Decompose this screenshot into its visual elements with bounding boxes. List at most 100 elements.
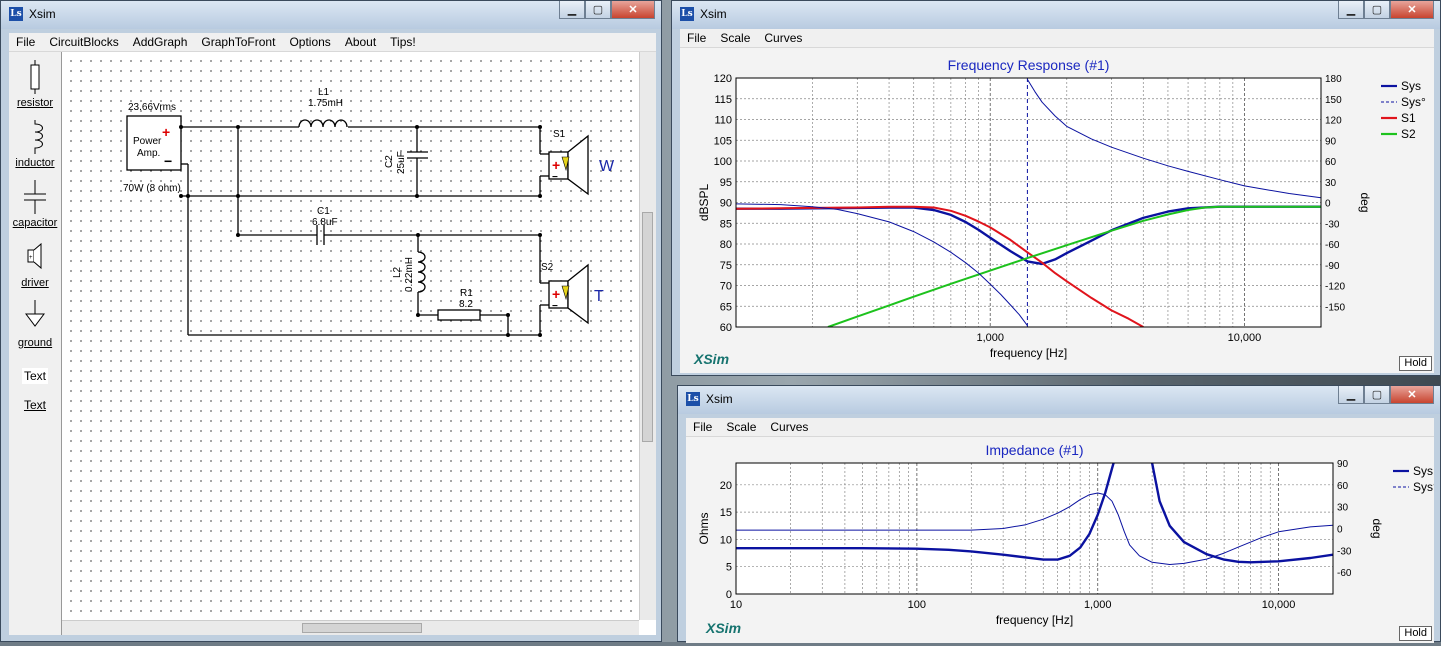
schematic-canvas[interactable]: + − + − + − 23.66Vrms Power Amp. 70W (8 … — [62, 52, 639, 620]
resistor-icon — [30, 60, 40, 94]
maximize-button[interactable]: ▢ — [1364, 1, 1390, 19]
menu-file[interactable]: File — [680, 29, 713, 47]
frequency-graph-area: 60 65 70 75 80 85 90 95 100 105 110 115 120 180 150 120… — [680, 48, 1434, 373]
close-button[interactable]: ✕ — [1390, 386, 1434, 404]
window-title: Xsim — [29, 7, 56, 21]
x-tick-label: 100 — [908, 599, 926, 611]
minimize-button[interactable]: ▁ — [1338, 1, 1364, 19]
hold-button[interactable]: Hold — [1399, 356, 1432, 371]
y2-tick-label: -120 — [1325, 282, 1345, 293]
y-tick-label: 110 — [714, 115, 732, 127]
vertical-scrollbar[interactable] — [639, 52, 656, 620]
close-button[interactable]: ✕ — [1390, 1, 1434, 19]
menu-circuitblocks[interactable]: CircuitBlocks — [42, 33, 125, 51]
maximize-button[interactable]: ▢ — [585, 1, 611, 19]
s2-label: T — [594, 288, 604, 305]
s1-name: S1 — [553, 129, 566, 140]
y-tick-label: 120 — [714, 73, 732, 85]
close-button[interactable]: ✕ — [611, 1, 655, 19]
l1-value: 1.75mH — [308, 98, 343, 109]
y-tick-label: 15 — [720, 507, 732, 519]
resistor-r1[interactable] — [437, 309, 481, 321]
junction-dots — [179, 125, 542, 337]
menu-tips[interactable]: Tips! — [383, 33, 423, 51]
x-tick-label: 10 — [730, 599, 742, 611]
c1-name: C1 — [317, 206, 330, 217]
s2-minus-sign: − — [552, 301, 558, 312]
xsim-app-icon: Ls — [686, 392, 700, 406]
main-menu-bar: File CircuitBlocks AddGraph GraphToFront… — [9, 33, 656, 52]
frequency-response-chart[interactable]: 60 65 70 75 80 85 90 95 100 105 110 115 120 180 150 120… — [680, 48, 1434, 373]
legend-entry: Sys — [1401, 79, 1421, 93]
menu-graphtofront[interactable]: GraphToFront — [194, 33, 282, 51]
menu-curves[interactable]: Curves — [763, 418, 815, 436]
y-tick-label: 100 — [714, 156, 732, 168]
y-axis-label: dBSPL — [697, 183, 711, 221]
menu-options[interactable]: Options — [282, 33, 337, 51]
impedance-client-area: File Scale Curves 0 5 10 15 20 90 60 30 0 -30 -60 1… — [686, 418, 1438, 643]
palette-label: Text — [23, 398, 46, 412]
y2-tick-label: -150 — [1325, 302, 1345, 313]
title-bar[interactable]: Ls Xsim ▁ ▢ ✕ — [672, 1, 1440, 29]
horizontal-scroll-thumb[interactable] — [302, 623, 422, 633]
maximize-button[interactable]: ▢ — [1364, 386, 1390, 404]
menu-scale[interactable]: Scale — [713, 29, 757, 47]
palette-capacitor[interactable]: capacitor — [9, 180, 61, 229]
amp-plus-sign: + — [162, 124, 170, 140]
horizontal-scrollbar[interactable] — [62, 620, 639, 635]
menu-scale[interactable]: Scale — [719, 418, 763, 436]
impedance-chart[interactable]: 051015209060300-30-6010 100 1,000 10,000Imp… — [686, 437, 1438, 643]
y-tick-label: 90 — [720, 198, 732, 210]
amp-name-line1: Power — [133, 136, 162, 147]
inductor-l2[interactable] — [417, 251, 426, 293]
y2-tick-label: 30 — [1337, 503, 1349, 514]
menu-file[interactable]: File — [686, 418, 719, 436]
palette-text-tool-2[interactable]: Text — [9, 398, 61, 412]
y2-tick-label: 90 — [1337, 459, 1349, 470]
palette-label: inductor — [15, 157, 55, 169]
s1-label: W — [599, 158, 615, 175]
palette-driver[interactable]: + driver — [9, 240, 61, 289]
menu-curves[interactable]: Curves — [757, 29, 809, 47]
xsim-app-icon: Ls — [680, 7, 694, 21]
amp-name-line2: Amp. — [137, 148, 160, 159]
y2-tick-label: -60 — [1325, 240, 1340, 251]
s1-plus-sign: + — [552, 157, 560, 173]
y2-tick-label: 30 — [1325, 178, 1337, 189]
palette-label: driver — [21, 277, 49, 289]
title-bar[interactable]: Ls Xsim ▁ ▢ ✕ — [1, 1, 661, 29]
vertical-scroll-thumb[interactable] — [642, 212, 653, 442]
window-title: Xsim — [700, 7, 727, 21]
y-tick-label: 70 — [720, 281, 732, 293]
minimize-button[interactable]: ▁ — [559, 1, 585, 19]
driver-icon: + — [27, 242, 42, 270]
palette-inductor[interactable]: inductor — [9, 120, 61, 169]
menu-about[interactable]: About — [338, 33, 383, 51]
y-tick-label: 60 — [720, 322, 732, 334]
amp-power-label: 70W (8 ohm) — [123, 183, 181, 194]
palette-text-sample: Text — [21, 368, 48, 384]
s2-plus-sign: + — [552, 286, 560, 302]
y2-tick-label: 150 — [1325, 95, 1342, 106]
main-client-area: File CircuitBlocks AddGraph GraphToFront… — [9, 33, 656, 635]
inductor-icon — [34, 120, 43, 154]
title-bar[interactable]: Ls Xsim ▁ ▢ ✕ — [678, 386, 1440, 414]
hold-button[interactable]: Hold — [1399, 626, 1432, 641]
xsim-logo: XSim — [693, 351, 729, 367]
l2-value: 0.22mH — [404, 257, 415, 292]
x-axis-label: frequency [Hz] — [990, 346, 1067, 360]
palette-label: resistor — [16, 97, 54, 109]
s2-name: S2 — [541, 262, 554, 273]
palette-resistor[interactable]: resistor — [9, 60, 61, 109]
palette-ground[interactable]: ground — [9, 300, 61, 349]
menu-file[interactable]: File — [9, 33, 42, 51]
svg-text:+: + — [29, 255, 33, 261]
palette-text-tool[interactable]: Text — [9, 368, 61, 384]
minimize-button[interactable]: ▁ — [1338, 386, 1364, 404]
menu-addgraph[interactable]: AddGraph — [126, 33, 195, 51]
impedance-window: Ls Xsim ▁ ▢ ✕ File Scale Curves 0 5 10 15 20… — [677, 385, 1441, 643]
inductor-l1[interactable] — [298, 119, 348, 128]
frequency-window: Ls Xsim ▁ ▢ ✕ File Scale Curves 60 65 70 75… — [671, 0, 1441, 376]
l2-name: L2 — [392, 266, 403, 278]
l1-name: L1 — [318, 87, 330, 98]
